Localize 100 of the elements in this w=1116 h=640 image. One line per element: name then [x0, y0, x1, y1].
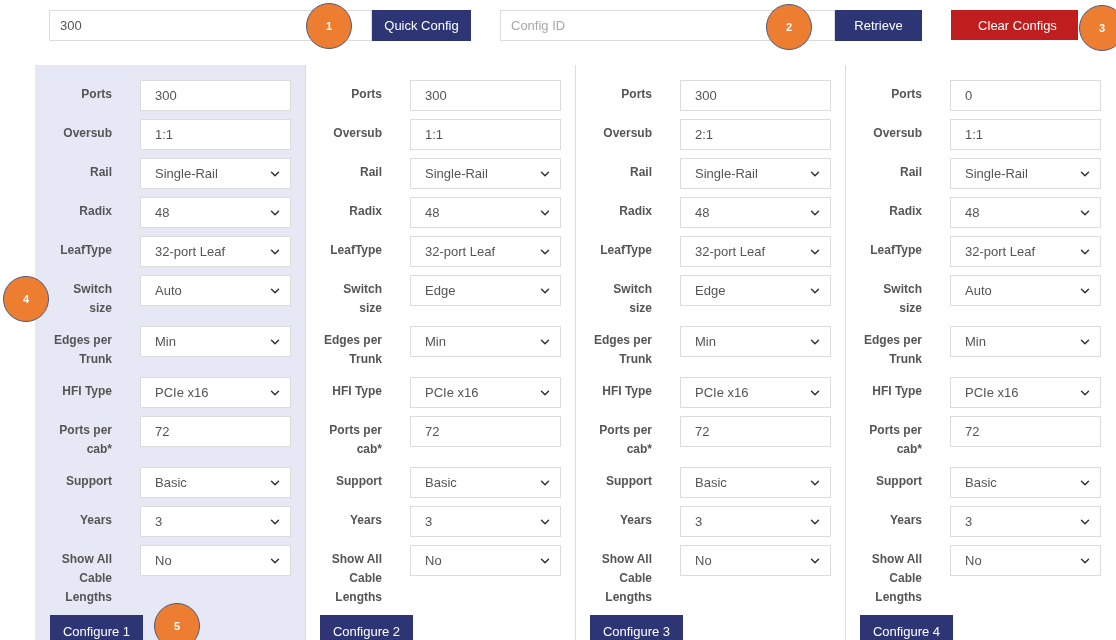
input-field[interactable]: 300 — [680, 80, 831, 111]
dropdown[interactable]: Single-Rail — [140, 158, 291, 189]
dropdown[interactable]: No — [140, 545, 291, 576]
field-label: Years — [619, 512, 652, 529]
input-field[interactable]: 300 — [140, 80, 291, 111]
dropdown[interactable]: Min — [410, 326, 561, 357]
dropdown[interactable]: Min — [680, 326, 831, 357]
dropdown[interactable]: PCIe x16 — [680, 377, 831, 408]
dropdown[interactable]: 48 — [950, 197, 1101, 228]
dropdown[interactable]: No — [410, 545, 561, 576]
dropdown[interactable]: 32-port Leaf — [680, 236, 831, 267]
field-label: Oversub — [333, 125, 382, 142]
field-label: Ports — [891, 86, 922, 103]
field-label: Show All Cable Lengths — [870, 551, 922, 606]
field-label: Years — [79, 512, 112, 529]
input-field[interactable]: 300 — [410, 80, 561, 111]
field-label: Switch size — [882, 281, 922, 317]
dropdown[interactable]: Basic — [680, 467, 831, 498]
field-label: HFI Type — [332, 383, 382, 400]
field-label: Support — [66, 473, 112, 490]
dropdown[interactable]: Single-Rail — [950, 158, 1101, 189]
dropdown[interactable]: Min — [950, 326, 1101, 357]
field-label: Ports — [81, 86, 112, 103]
field-label: Rail — [630, 164, 652, 181]
input-field[interactable]: 72 — [680, 416, 831, 447]
field-label: Show All Cable Lengths — [60, 551, 112, 606]
field-label: Switch size — [612, 281, 652, 317]
retrieve-button[interactable]: Retrieve — [835, 10, 922, 41]
dropdown[interactable]: Basic — [950, 467, 1101, 498]
input-field[interactable]: 1:1 — [410, 119, 561, 150]
dropdown[interactable]: No — [950, 545, 1101, 576]
dropdown[interactable]: Single-Rail — [410, 158, 561, 189]
field-label: LeafType — [600, 242, 652, 259]
field-label: Ports per cab* — [328, 422, 382, 458]
field-label: Show All Cable Lengths — [330, 551, 382, 606]
dropdown[interactable]: Edge — [680, 275, 831, 306]
field-label: Ports — [621, 86, 652, 103]
input-field[interactable]: 0 — [950, 80, 1101, 111]
dropdown[interactable]: 48 — [680, 197, 831, 228]
field-label: HFI Type — [62, 383, 112, 400]
step-badge: 1 — [306, 3, 352, 49]
step-badge: 3 — [1079, 5, 1116, 51]
field-label: HFI Type — [602, 383, 652, 400]
field-label: HFI Type — [872, 383, 922, 400]
configure-button[interactable]: Configure 2 — [320, 615, 413, 640]
dropdown[interactable]: 48 — [410, 197, 561, 228]
dropdown[interactable]: PCIe x16 — [950, 377, 1101, 408]
configure-button[interactable]: Configure 1 — [50, 615, 143, 640]
field-label: Switch size — [342, 281, 382, 317]
field-label: Support — [336, 473, 382, 490]
input-field[interactable]: 72 — [140, 416, 291, 447]
field-label: Switch size — [72, 281, 112, 317]
step-badge: 4 — [3, 276, 49, 322]
dropdown[interactable]: 3 — [950, 506, 1101, 537]
field-label: Support — [876, 473, 922, 490]
field-label: LeafType — [330, 242, 382, 259]
quick-config-button[interactable]: Quick Config — [372, 10, 471, 41]
input-field[interactable]: 1:1 — [140, 119, 291, 150]
dropdown[interactable]: 32-port Leaf — [950, 236, 1101, 267]
field-label: Oversub — [873, 125, 922, 142]
field-label: Edges per Trunk — [322, 332, 382, 368]
input-field[interactable]: 72 — [410, 416, 561, 447]
input-field[interactable]: 2:1 — [680, 119, 831, 150]
input-field[interactable]: 1:1 — [950, 119, 1101, 150]
clear-configs-button[interactable]: Clear Configs — [951, 10, 1078, 40]
dropdown[interactable]: Auto — [140, 275, 291, 306]
field-label: Rail — [90, 164, 112, 181]
dropdown[interactable]: Edge — [410, 275, 561, 306]
field-label: Ports per cab* — [598, 422, 652, 458]
dropdown[interactable]: 3 — [140, 506, 291, 537]
field-label: Show All Cable Lengths — [600, 551, 652, 606]
dropdown[interactable]: 32-port Leaf — [140, 236, 291, 267]
field-label: Ports per cab* — [868, 422, 922, 458]
input-field[interactable]: 72 — [950, 416, 1101, 447]
dropdown[interactable]: 3 — [410, 506, 561, 537]
field-label: Edges per Trunk — [592, 332, 652, 368]
dropdown[interactable]: Single-Rail — [680, 158, 831, 189]
field-label: Oversub — [63, 125, 112, 142]
dropdown[interactable]: Auto — [950, 275, 1101, 306]
field-label: Radix — [79, 203, 112, 220]
dropdown[interactable]: No — [680, 545, 831, 576]
field-label: Ports per cab* — [58, 422, 112, 458]
configure-button[interactable]: Configure 4 — [860, 615, 953, 640]
dropdown[interactable]: Basic — [140, 467, 291, 498]
field-label: Rail — [360, 164, 382, 181]
dropdown[interactable]: 48 — [140, 197, 291, 228]
field-label: Years — [349, 512, 382, 529]
field-label: Radix — [889, 203, 922, 220]
dropdown[interactable]: Basic — [410, 467, 561, 498]
dropdown[interactable]: 32-port Leaf — [410, 236, 561, 267]
field-label: Rail — [900, 164, 922, 181]
dropdown[interactable]: Min — [140, 326, 291, 357]
dropdown[interactable]: PCIe x16 — [410, 377, 561, 408]
field-label: Edges per Trunk — [52, 332, 112, 368]
step-badge: 2 — [766, 4, 812, 50]
dropdown[interactable]: 3 — [680, 506, 831, 537]
configure-button[interactable]: Configure 3 — [590, 615, 683, 640]
field-label: LeafType — [60, 242, 112, 259]
field-label: Ports — [351, 86, 382, 103]
dropdown[interactable]: PCIe x16 — [140, 377, 291, 408]
